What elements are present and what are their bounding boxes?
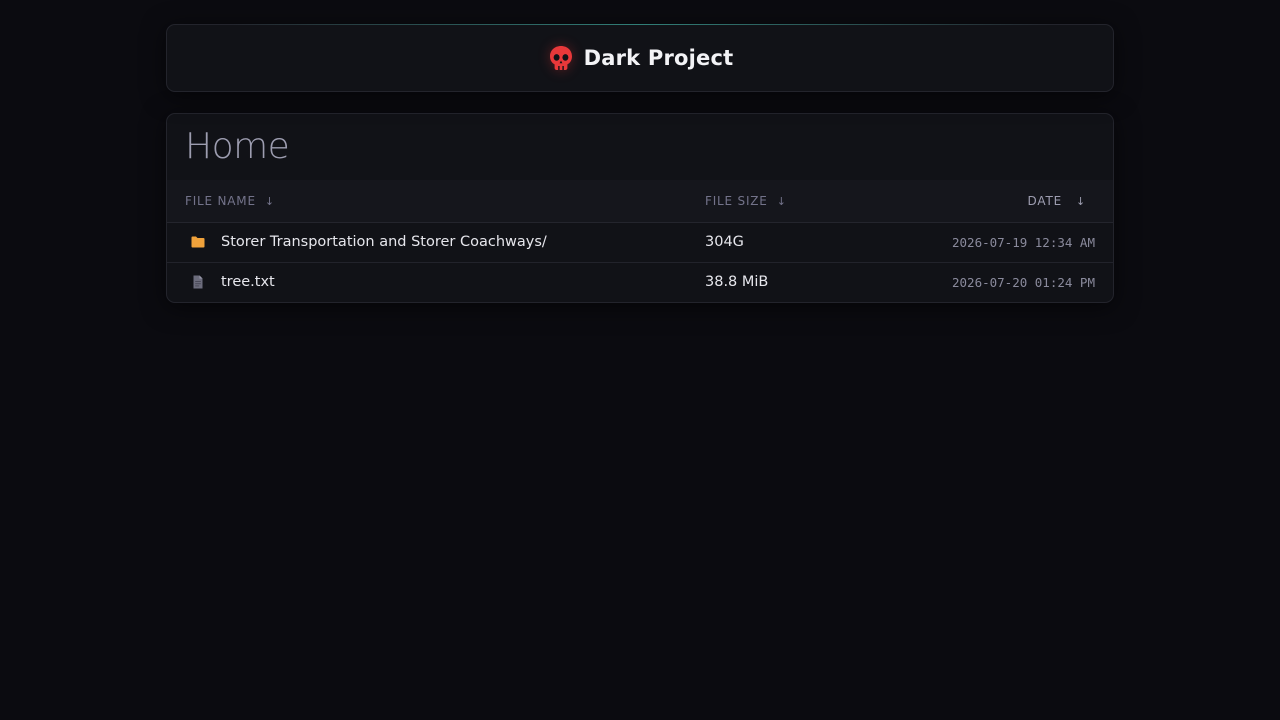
column-header-date[interactable]: DATE ↓ (865, 180, 1113, 223)
page-title: Home (185, 126, 290, 167)
date-cell: 2026-07-19 12:34 AM (952, 234, 1095, 250)
entry-link[interactable]: Storer Transportation and Storer Coachwa… (221, 234, 547, 250)
size-cell: 38.8 MiB (705, 261, 865, 302)
brand[interactable]: Dark Project (547, 44, 734, 72)
skull-icon (549, 46, 572, 70)
sort-arrow-icon: ↓ (776, 194, 787, 208)
date-cell: 2026-07-20 01:24 PM (865, 261, 1113, 302)
column-header-date-label: DATE (1027, 193, 1062, 208)
file-listing: Home FILE NAME ↓ FILE SIZE ↓ DATE ↓ Stor… (166, 113, 1114, 303)
name-cell: Storer Transportation and Storer Coachwa… (167, 222, 705, 262)
folder-icon (191, 236, 205, 248)
entry-link[interactable]: tree.txt (221, 274, 275, 290)
table-header-row: FILE NAME ↓ FILE SIZE ↓ DATE ↓ (167, 180, 1113, 223)
file-table: FILE NAME ↓ FILE SIZE ↓ DATE ↓ Storer Trans… (167, 180, 1113, 302)
file-icon (193, 275, 203, 289)
column-header-size-label: FILE SIZE (705, 193, 768, 208)
sort-arrow-icon: ↓ (1075, 194, 1086, 208)
name-cell: tree.txt (167, 261, 705, 302)
column-header-name[interactable]: FILE NAME ↓ (167, 180, 705, 223)
sort-arrow-icon: ↓ (264, 194, 275, 208)
column-header-name-label: FILE NAME (185, 193, 256, 208)
column-header-size[interactable]: FILE SIZE ↓ (705, 180, 865, 223)
site-header: Dark Project (166, 24, 1114, 92)
table-row[interactable]: Storer Transportation and Storer Coachwa… (167, 222, 1113, 262)
table-row[interactable]: tree.txt 38.8 MiB 2026-07-20 01:24 PM (167, 261, 1113, 302)
page-container: Dark Project Home FILE NAME ↓ FILE SIZE ↓ … (166, 24, 1114, 303)
site-title[interactable]: Dark Project (584, 46, 734, 70)
size-cell: 304G (705, 234, 744, 250)
